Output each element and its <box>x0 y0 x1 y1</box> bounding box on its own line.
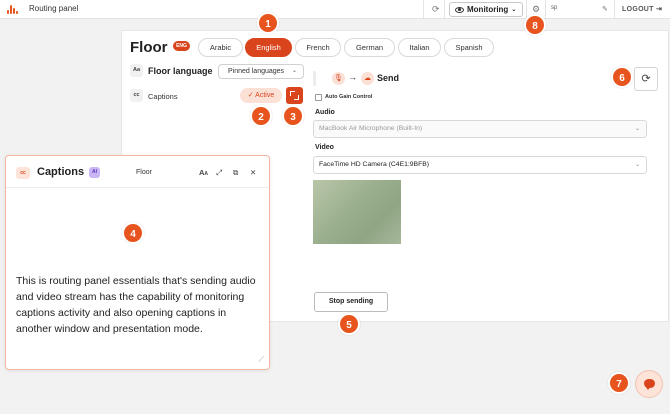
open-captions-window-button[interactable] <box>286 87 303 104</box>
callout-marker: 4 <box>122 222 144 244</box>
chevron-down-icon: ⌄ <box>634 126 640 132</box>
tab-english[interactable]: English <box>245 38 292 57</box>
callout-marker: 8 <box>524 14 546 36</box>
captions-label: Captions <box>148 92 178 101</box>
monitoring-label: Monitoring <box>467 5 509 14</box>
pinned-languages-value: Pinned languages <box>228 68 285 75</box>
captions-window-title: Captions <box>37 166 85 178</box>
language-badge: ENG <box>173 41 190 51</box>
app-title: Routing panel <box>29 4 79 13</box>
divider <box>423 0 424 19</box>
page-title: Floor <box>130 39 168 56</box>
popout-icon[interactable]: ⧉ <box>233 168 238 178</box>
cloud-icon: ☁ <box>361 72 374 85</box>
font-size-icon[interactable]: AA <box>199 168 208 177</box>
edit-icon[interactable]: ✎ <box>602 4 608 15</box>
video-device-value: FaceTime HD Camera (C4E1:9BFB) <box>319 161 430 168</box>
captions-window: cc Captions AI Floor AA ⤢ ⧉ ✕ This is ro… <box>5 155 270 370</box>
video-device-select[interactable]: FaceTime HD Camera (C4E1:9BFB) ⌄ <box>313 156 647 174</box>
video-label: Video <box>315 144 334 151</box>
callout-marker: 2 <box>250 105 272 127</box>
auto-gain-checkbox[interactable] <box>315 94 322 101</box>
monitoring-dropdown[interactable]: Monitoring ⌄ <box>449 2 523 17</box>
captions-channel: Floor <box>136 169 152 176</box>
chat-button[interactable] <box>635 370 663 398</box>
logout-button[interactable]: LOGOUT ⇥ <box>622 5 662 13</box>
captions-text: This is routing panel essentials that's … <box>16 275 256 335</box>
callout-marker: 6 <box>611 66 633 88</box>
language-icon: Aa <box>130 64 143 77</box>
chevron-down-icon: ⌄ <box>291 68 297 74</box>
eye-icon <box>455 6 464 13</box>
callout-marker: 5 <box>338 313 360 335</box>
auto-gain-label: Auto Gain Control <box>325 94 373 100</box>
divider <box>444 0 445 19</box>
callout-marker: 1 <box>257 12 279 34</box>
top-bar: Routing panel ⟳ Monitoring ⌄ ⚙ sp ✎ LOGO… <box>0 0 670 19</box>
tab-arabic[interactable]: Arabic <box>198 38 243 57</box>
floor-language-label: Floor language <box>148 66 213 76</box>
ai-badge: AI <box>89 167 100 178</box>
resize-handle-icon[interactable]: ⟋ <box>258 355 264 365</box>
fullscreen-icon[interactable]: ⤢ <box>216 168 222 178</box>
sync-icon[interactable]: ⟳ <box>432 4 440 15</box>
logout-label: LOGOUT <box>622 6 654 13</box>
tab-german[interactable]: German <box>344 38 395 57</box>
refresh-icon: ⟳ <box>641 73 651 85</box>
tab-spanish[interactable]: Spanish <box>444 38 494 57</box>
arrow-right-icon: → <box>348 72 357 82</box>
send-label: Send <box>377 73 400 83</box>
video-preview <box>313 180 401 244</box>
audio-device-value: MacBook Air Microphone (Built-In) <box>319 125 423 132</box>
microphone-icon: 🎙 <box>332 72 345 85</box>
tab-italian[interactable]: Italian <box>398 38 441 57</box>
audio-label: Audio <box>315 109 335 116</box>
divider <box>545 0 546 19</box>
close-icon[interactable]: ✕ <box>250 168 256 177</box>
captions-icon: cc <box>130 89 143 102</box>
tab-french[interactable]: French <box>295 38 341 57</box>
audio-device-select[interactable]: MacBook Air Microphone (Built-In) ⌄ <box>313 120 647 138</box>
audio-wave-icon <box>7 4 18 15</box>
chevron-down-icon: ⌄ <box>634 162 640 168</box>
refresh-button[interactable]: ⟳ <box>634 67 658 91</box>
pinned-languages-select[interactable]: Pinned languages ⌄ <box>218 64 304 79</box>
chevron-down-icon: ⌄ <box>511 7 517 13</box>
stop-sending-button[interactable]: Stop sending <box>314 292 388 312</box>
logout-icon: ⇥ <box>656 6 663 13</box>
captions-window-header: cc Captions AI Floor AA ⤢ ⧉ ✕ <box>6 156 269 188</box>
user-initials[interactable]: sp <box>551 5 557 11</box>
callout-marker: 3 <box>282 105 304 127</box>
divider <box>614 0 615 19</box>
captions-status-badge[interactable]: ✓ Active <box>240 88 282 103</box>
callout-marker: 7 <box>608 372 630 394</box>
captions-badge: cc <box>16 167 30 179</box>
level-meter <box>313 71 316 86</box>
